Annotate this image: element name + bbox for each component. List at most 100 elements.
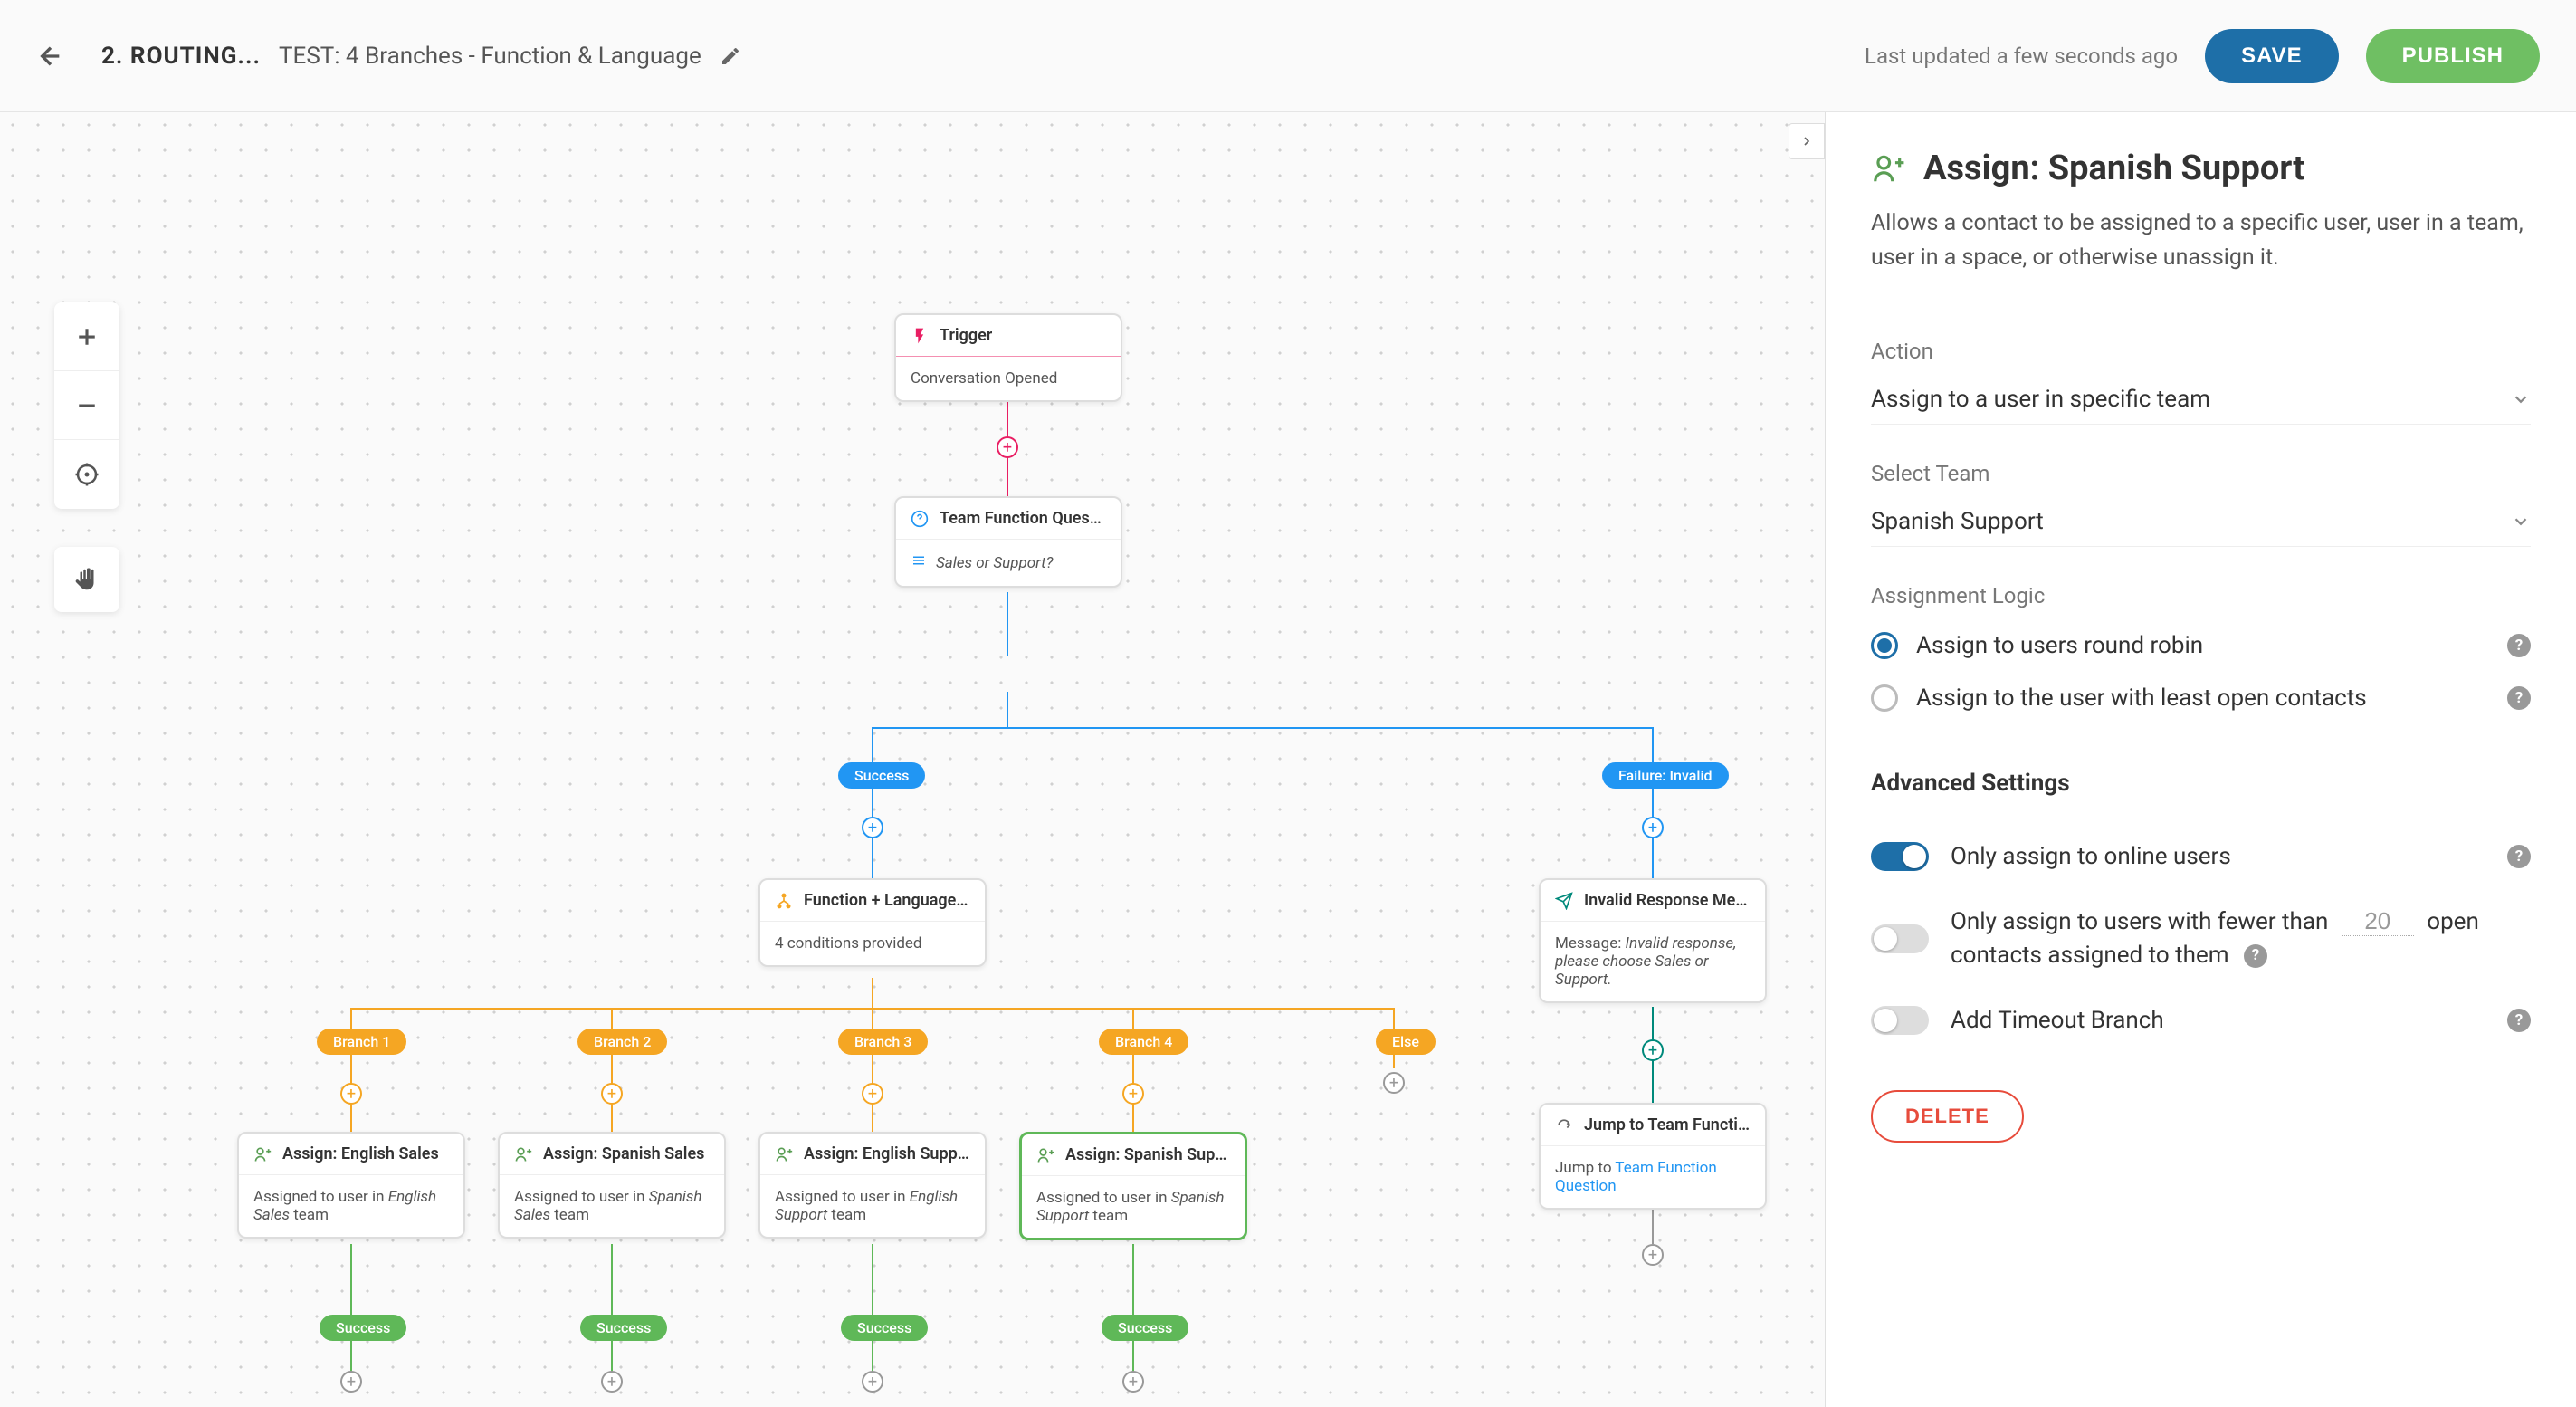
node-body: Jump to Team Function Question (1541, 1146, 1765, 1208)
node-body: Sales or Support? (936, 554, 1053, 572)
add-step-button[interactable]: + (1642, 817, 1664, 838)
badge-success-4: Success (1102, 1315, 1188, 1341)
add-step-button[interactable]: + (1122, 1371, 1144, 1393)
chevron-down-icon (2511, 389, 2531, 409)
add-step-button[interactable]: + (340, 1371, 362, 1393)
toggle-timeout-branch[interactable] (1871, 1006, 1929, 1035)
collapse-panel-button[interactable] (1789, 123, 1825, 159)
node-question[interactable]: Team Function Question Sales or Support? (894, 496, 1122, 588)
action-select[interactable]: Assign to a user in specific team (1871, 375, 2531, 425)
badge-success-3: Success (841, 1315, 928, 1341)
assign-icon (1036, 1146, 1054, 1164)
radio-label: Assign to users round robin (1916, 632, 2489, 659)
assign-icon (253, 1145, 272, 1163)
toggle-fewer-than[interactable] (1871, 924, 1929, 953)
back-arrow[interactable] (36, 42, 65, 71)
assign-icon (775, 1145, 793, 1163)
panel-title: Assign: Spanish Support (1923, 148, 2304, 188)
panel-description: Allows a contact to be assigned to a spe… (1871, 206, 2531, 302)
node-title: Trigger (940, 326, 992, 345)
add-step-button[interactable]: + (1383, 1072, 1405, 1094)
node-invalid-response[interactable]: Invalid Response Messa... Message: Inval… (1539, 878, 1767, 1003)
node-body: Assigned to user in Spanish Sales team (500, 1175, 724, 1237)
help-icon[interactable]: ? (2507, 634, 2531, 657)
zoom-fit-button[interactable] (54, 440, 119, 509)
logic-label: Assignment Logic (1871, 583, 2531, 608)
help-icon[interactable]: ? (2244, 944, 2267, 968)
badge-branch-4: Branch 4 (1099, 1029, 1188, 1055)
node-assign-english-support[interactable]: Assign: English Support Assigned to user… (758, 1132, 987, 1239)
team-select[interactable]: Spanish Support (1871, 497, 2531, 547)
action-label: Action (1871, 339, 2531, 364)
node-trigger[interactable]: Trigger Conversation Opened (894, 313, 1122, 402)
radio-label: Assign to the user with least open conta… (1916, 684, 2489, 712)
node-title: Assign: English Support (804, 1144, 970, 1163)
add-step-button[interactable]: + (862, 1371, 883, 1393)
canvas: Trigger Conversation Opened + Team Funct… (0, 112, 1825, 1407)
node-body: 4 conditions provided (760, 922, 985, 965)
badge-branch-1: Branch 1 (317, 1029, 406, 1055)
branch-icon (775, 892, 793, 910)
badge-branch-3: Branch 3 (838, 1029, 928, 1055)
node-assign-spanish-support[interactable]: Assign: Spanish Support Assigned to user… (1019, 1132, 1247, 1240)
node-assign-spanish-sales[interactable]: Assign: Spanish Sales Assigned to user i… (498, 1132, 726, 1239)
add-step-button[interactable]: + (862, 1083, 883, 1105)
radio-round-robin[interactable] (1871, 632, 1898, 659)
node-body: Assigned to user in English Support team (760, 1175, 985, 1237)
node-body: Assigned to user in English Sales team (239, 1175, 463, 1237)
badge-branch-2: Branch 2 (577, 1029, 667, 1055)
help-icon[interactable]: ? (2507, 845, 2531, 868)
node-branch[interactable]: Function + Language Br... 4 conditions p… (758, 878, 987, 967)
node-title: Jump to Team Function ... (1584, 1115, 1751, 1134)
fewer-than-input[interactable] (2342, 907, 2414, 936)
add-step-button[interactable]: + (1122, 1083, 1144, 1105)
node-title: Team Function Question (940, 509, 1106, 528)
zoom-out-button[interactable] (54, 371, 119, 440)
add-step-button[interactable]: + (601, 1371, 623, 1393)
add-step-button[interactable]: + (1642, 1039, 1664, 1061)
chevron-down-icon (2511, 512, 2531, 531)
assign-icon (1871, 151, 1905, 186)
add-step-button[interactable]: + (1642, 1244, 1664, 1266)
help-icon[interactable]: ? (2507, 686, 2531, 710)
node-body: Message: Invalid response, please choose… (1541, 922, 1765, 1001)
zoom-controls (54, 302, 119, 509)
node-title: Assign: Spanish Support (1065, 1145, 1230, 1164)
badge-success-1: Success (320, 1315, 406, 1341)
question-icon (911, 510, 929, 528)
add-step-button[interactable]: + (340, 1083, 362, 1105)
node-jump[interactable]: Jump to Team Function ... Jump to Team F… (1539, 1103, 1767, 1210)
zoom-in-button[interactable] (54, 302, 119, 371)
jump-icon (1555, 1116, 1573, 1134)
bolt-icon (911, 327, 929, 345)
list-icon (911, 552, 927, 573)
badge-else: Else (1376, 1029, 1436, 1055)
radio-least-open[interactable] (1871, 684, 1898, 712)
advanced-settings-title: Advanced Settings (1871, 770, 2531, 797)
save-button[interactable]: SAVE (2205, 29, 2339, 83)
edit-icon[interactable] (720, 45, 741, 67)
workflow-title: TEST: 4 Branches - Function & Language (279, 43, 701, 70)
header: 2. ROUTING... TEST: 4 Branches - Functio… (0, 0, 2576, 112)
assign-icon (514, 1145, 532, 1163)
team-label: Select Team (1871, 461, 2531, 486)
add-step-button[interactable]: + (997, 436, 1018, 458)
last-updated: Last updated a few seconds ago (1865, 43, 2178, 69)
node-title: Function + Language Br... (804, 891, 970, 910)
hand-tool-button[interactable] (54, 547, 119, 612)
badge-success: Success (838, 762, 925, 789)
add-step-button[interactable]: + (862, 817, 883, 838)
add-step-button[interactable]: + (601, 1083, 623, 1105)
node-title: Invalid Response Messa... (1584, 891, 1751, 910)
help-icon[interactable]: ? (2507, 1009, 2531, 1032)
node-assign-english-sales[interactable]: Assign: English Sales Assigned to user i… (237, 1132, 465, 1239)
delete-button[interactable]: DELETE (1871, 1090, 2024, 1143)
node-body: Assigned to user in Spanish Support team (1022, 1176, 1245, 1238)
publish-button[interactable]: PUBLISH (2366, 29, 2540, 83)
side-panel: Assign: Spanish Support Allows a contact… (1825, 112, 2576, 1407)
toggle-label: Only assign to online users (1951, 840, 2485, 873)
toggle-online-users[interactable] (1871, 842, 1929, 871)
node-title: Assign: Spanish Sales (543, 1144, 704, 1163)
breadcrumb[interactable]: 2. ROUTING... (101, 43, 261, 70)
badge-failure: Failure: Invalid (1602, 762, 1729, 789)
